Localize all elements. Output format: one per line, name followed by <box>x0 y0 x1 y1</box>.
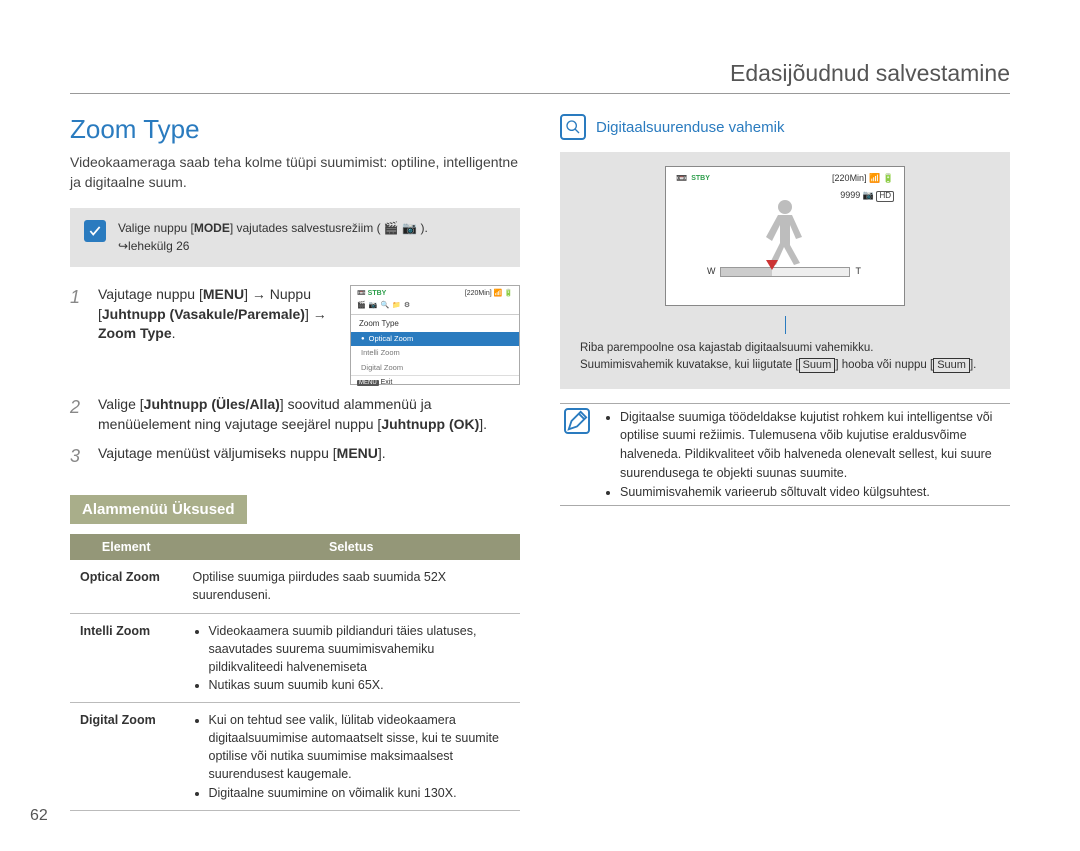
lcd-menu-intelli: Intelli Zoom <box>351 346 519 361</box>
step1-text-a: Vajutage nuppu [ <box>98 286 203 302</box>
step3-text-b: ]. <box>378 445 386 461</box>
left-column: Zoom Type Videokaameraga saab teha kolme… <box>70 114 520 811</box>
step2-joystick: Juhtnupp (Üles/Alla) <box>144 396 280 412</box>
row-intelli-b2: Nutikas suum suumib kuni 65X. <box>209 676 511 694</box>
silhouette-figure <box>750 195 820 268</box>
lcd2-count: 9999 <box>840 190 860 200</box>
step1-menu: MENU <box>203 286 244 302</box>
mode-note-page-ref: ↪lehekülg 26 <box>118 239 189 253</box>
page-title: Edasijõudnud salvestamine <box>70 60 1010 94</box>
step1-zoom: Zoom Type <box>98 325 172 341</box>
step3-text-a: Vajutage menüüst väljumiseks nuppu [ <box>98 445 337 461</box>
step1-joystick: Juhtnupp (Vasakule/Paremale) <box>102 306 305 322</box>
section-intro: Videokaameraga saab teha kolme tüüpi suu… <box>70 153 520 192</box>
section-heading: Zoom Type <box>70 114 520 145</box>
submenu-table: Element Seletus Optical Zoom Optilise su… <box>70 534 520 810</box>
zoom-pointer-icon <box>766 258 778 273</box>
lcd-stby: STBY <box>368 290 387 297</box>
row-intelli-name: Intelli Zoom <box>70 613 183 703</box>
mode-note-text-mid: ] vajutades salvestusrežiim ( 🎬 📷 ). <box>230 221 428 235</box>
table-header-element: Element <box>70 534 183 560</box>
lcd-menu-optical: Optical Zoom <box>351 332 519 347</box>
zoom-key1: Suum <box>799 358 836 373</box>
magnifier-icon <box>560 114 586 140</box>
step-number: 1 <box>70 285 88 310</box>
row-intelli-b1: Videokaamera suumib pildianduri täies ul… <box>209 622 511 676</box>
row-digital-b2: Digitaalne suumimine on võimalik kuni 13… <box>209 784 511 802</box>
table-header-desc: Seletus <box>183 534 521 560</box>
zoom-range-note2b: ] hooba või nuppu [ <box>835 359 933 371</box>
step-3: 3 Vajutage menüüst väljumiseks nuppu [ME… <box>70 444 520 469</box>
lcd2-stby: STBY <box>691 175 710 182</box>
lcd2-hd: HD <box>876 191 894 202</box>
row-digital-name: Digital Zoom <box>70 703 183 811</box>
note-pencil-icon <box>564 408 590 434</box>
table-row: Digital Zoom Kui on tehtud see valik, lü… <box>70 703 520 811</box>
table-row: Intelli Zoom Videokaamera suumib pildian… <box>70 613 520 703</box>
step2-text-a: Valige [ <box>98 396 144 412</box>
submenu-badge: Alammenüü Üksused <box>70 495 247 524</box>
digital-range-title: Digitaalsuurenduse vahemik <box>596 119 784 136</box>
lcd-preview-wrap: 📼 STBY [220Min] 📶 🔋 9999 📷 HD <box>560 152 1010 389</box>
mode-note-box: Valige nuppu [MODE] vajutades salvestusr… <box>70 208 520 267</box>
page-number: 62 <box>30 807 48 825</box>
step-number: 2 <box>70 395 88 420</box>
info-note-box: Digitaalse suumiga töödeldakse kujutist … <box>560 403 1010 507</box>
mode-note-key: MODE <box>194 221 230 235</box>
step3-menu: MENU <box>337 445 378 461</box>
mode-check-icon <box>84 220 106 242</box>
step1-text-d: . <box>172 325 176 341</box>
lcd-time: [220Min] <box>465 290 492 297</box>
row-digital-b1: Kui on tehtud see valik, lülitab videoka… <box>209 711 511 784</box>
step-number: 3 <box>70 444 88 469</box>
zoom-range-note2c: ]. <box>970 359 976 371</box>
lcd-menu-exit: MENU Exit <box>351 375 519 390</box>
step2-ok: Juhtnupp (OK) <box>381 416 479 432</box>
lcd2-time: [220Min] <box>832 173 867 183</box>
step1-text-c: ] → <box>305 306 327 322</box>
note-bullet-1: Digitaalse suumiga töödeldakse kujutist … <box>620 408 1002 483</box>
zoom-range-note1: Riba parempoolne osa kajastab digitaalsu… <box>580 340 990 357</box>
lcd-menu-title: Zoom Type <box>351 315 519 332</box>
step2-text-c: ]. <box>479 416 487 432</box>
lcd-preview: 📼 STBY [220Min] 📶 🔋 9999 📷 HD <box>665 166 905 306</box>
step-2: 2 Valige [Juhtnupp (Üles/Alla)] soovitud… <box>70 395 520 434</box>
zoom-bar <box>720 267 850 277</box>
lcd-menu-digital: Digital Zoom <box>351 361 519 376</box>
right-column: Digitaalsuurenduse vahemik 📼 STBY [220Mi… <box>560 114 1010 811</box>
callout-line <box>785 316 786 334</box>
row-optical-desc: Optilise suumiga piirdudes saab suumida … <box>183 560 521 613</box>
lcd-mock-menu: 📼 STBY [220Min] 📶 🔋 🎬📷🔍📁⚙ Zoom Type Opti… <box>350 285 520 385</box>
zoom-range-note2a: Suumimisvahemik kuvatakse, kui liigutate… <box>580 359 799 371</box>
step-1: 1 Vajutage nuppu [MENU] → Nuppu [Juhtnup… <box>70 285 520 385</box>
mode-note-text-pre: Valige nuppu [ <box>118 221 194 235</box>
table-row: Optical Zoom Optilise suumiga piirdudes … <box>70 560 520 613</box>
row-optical-name: Optical Zoom <box>70 560 183 613</box>
note-bullet-2: Suumimisvahemik varieerub sõltuvalt vide… <box>620 483 1002 502</box>
zoom-key2: Suum <box>933 358 970 373</box>
